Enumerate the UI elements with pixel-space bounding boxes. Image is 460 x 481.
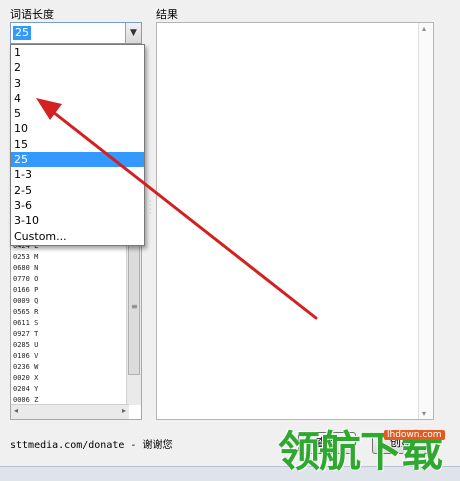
watermark-domain: lhdown.com [384, 430, 445, 440]
watermark-logo: 领航下载 [278, 427, 443, 476]
arrow-shaft [46, 106, 318, 320]
annotation-arrow [36, 98, 318, 320]
